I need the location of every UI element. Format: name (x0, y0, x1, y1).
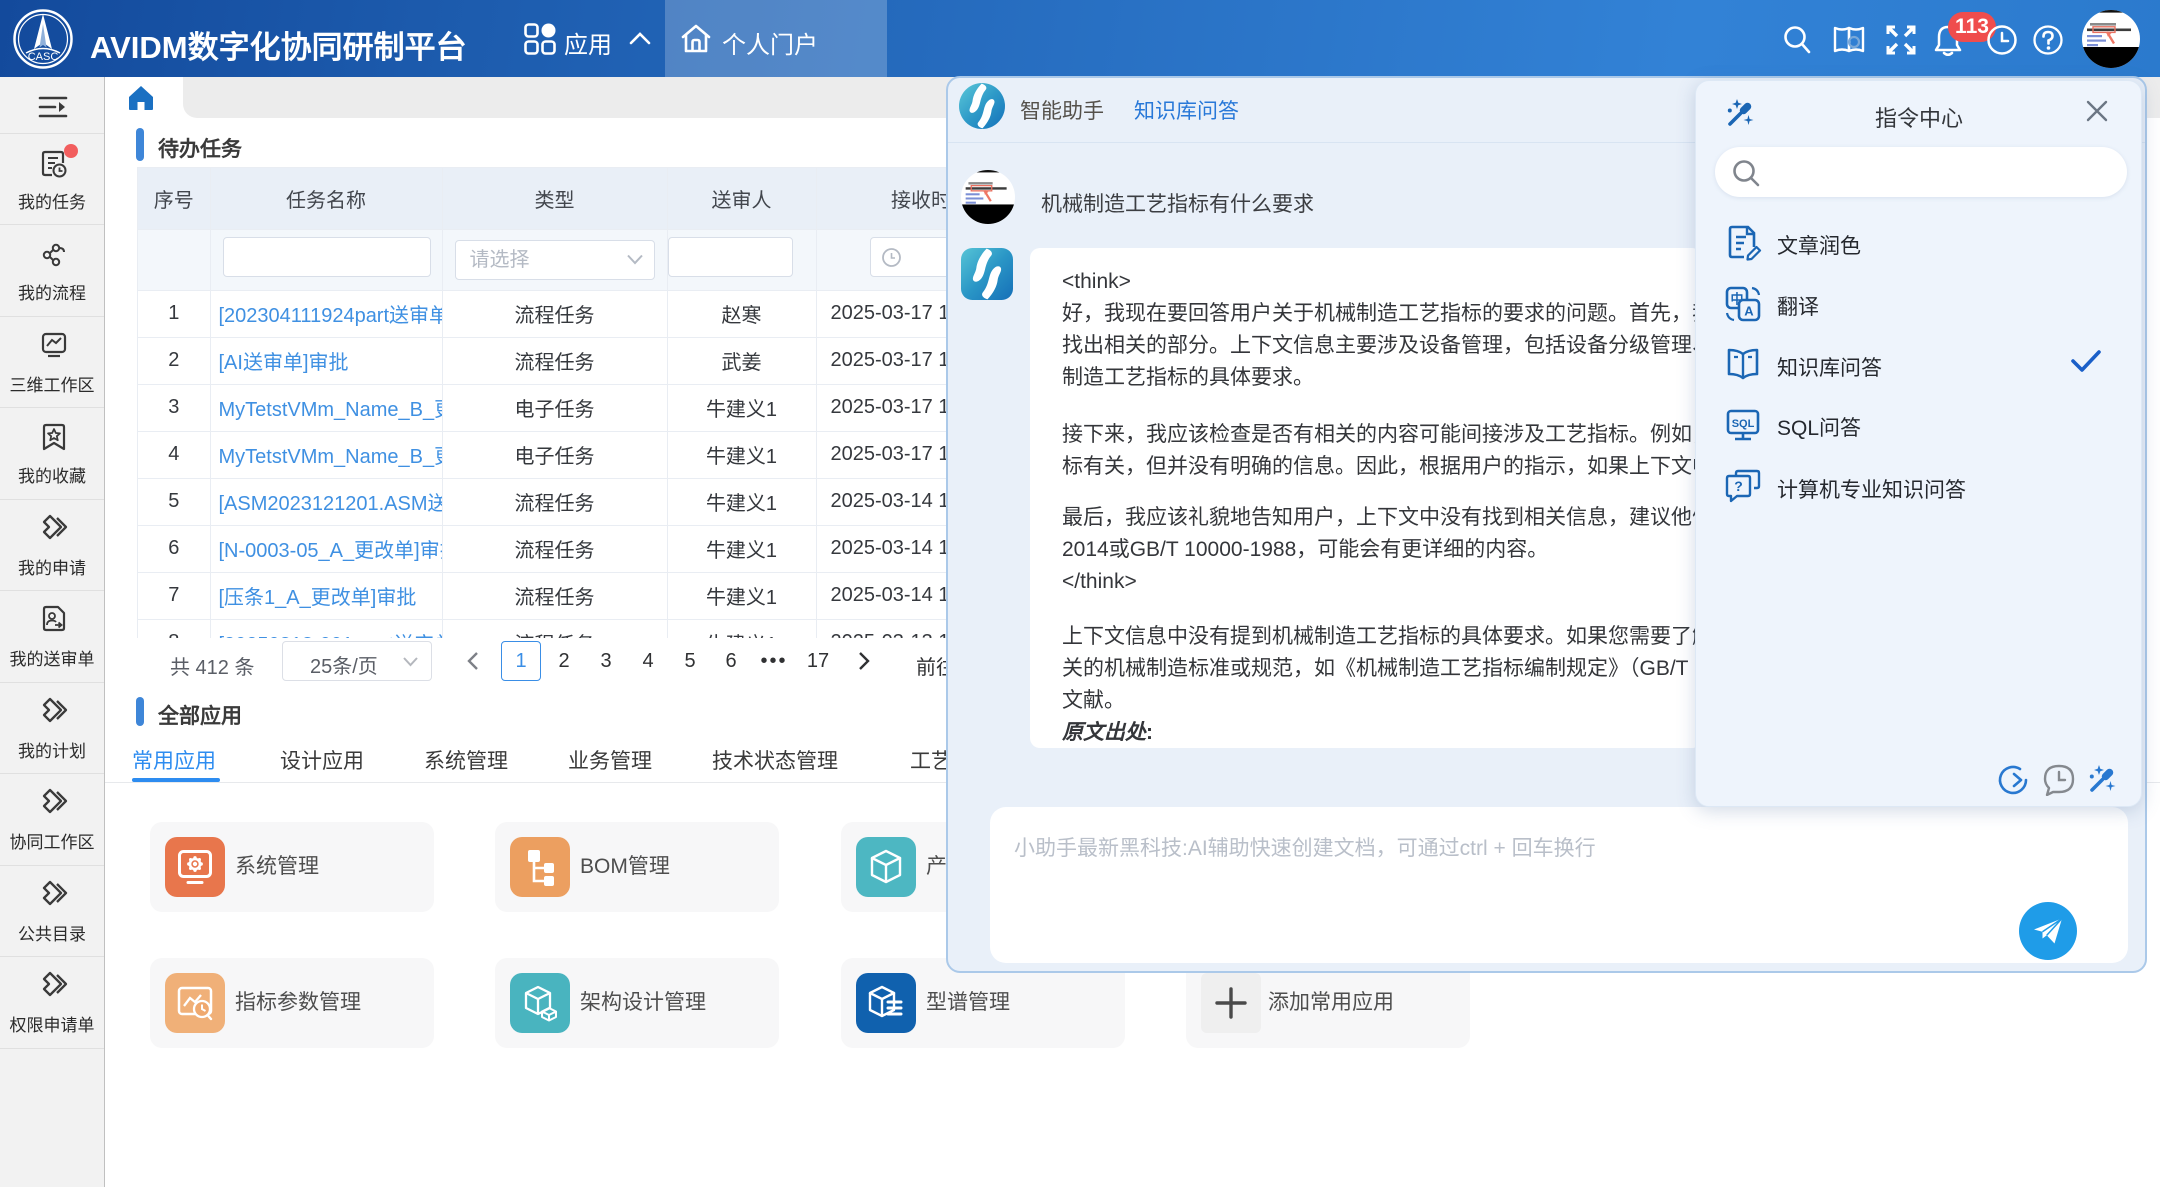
svg-text:?: ? (1734, 478, 1743, 494)
svg-text:SQL: SQL (1732, 418, 1755, 430)
svg-text:A: A (1744, 304, 1754, 319)
svg-text:CASC: CASC (28, 51, 59, 63)
